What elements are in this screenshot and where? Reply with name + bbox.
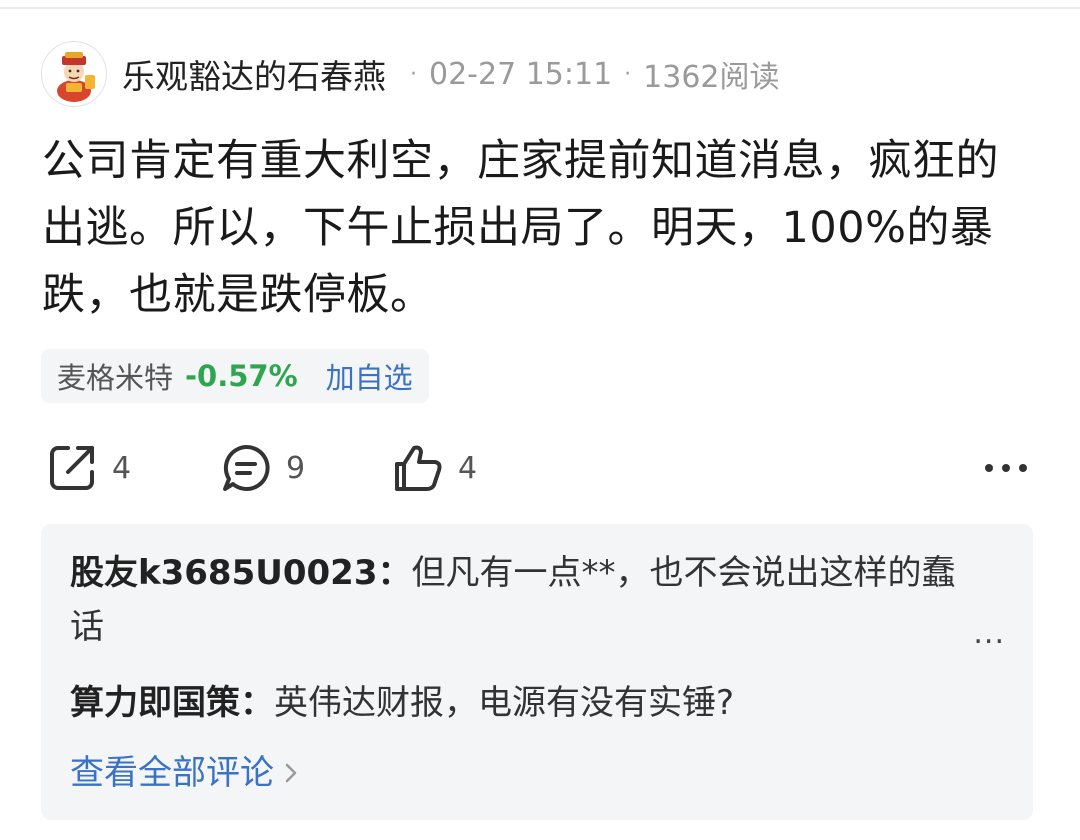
read-count: 1362阅读 bbox=[643, 60, 780, 95]
share-icon bbox=[50, 446, 94, 490]
post-card: 乐观豁达的石春燕 · 02-27 15:11 · 1362阅读 公司肯定有重大利… bbox=[0, 0, 1080, 840]
comment-separator: ： bbox=[240, 683, 274, 723]
post-meta: · 02-27 15:11 · 1362阅读 bbox=[398, 52, 780, 96]
comment-author[interactable]: 股友k3685U0023 bbox=[70, 553, 377, 593]
top-divider bbox=[0, 7, 1080, 9]
username[interactable]: 乐观豁达的石春燕 bbox=[122, 50, 386, 98]
thumbs-up-icon bbox=[395, 445, 442, 491]
like-count: 4 bbox=[458, 450, 478, 486]
comment-separator: ： bbox=[377, 553, 412, 593]
more-dots-icon bbox=[985, 464, 1027, 472]
add-to-watchlist-button[interactable]: 加自选 bbox=[326, 355, 413, 397]
like-button[interactable]: 4 bbox=[392, 440, 477, 496]
comment-button[interactable]: 9 bbox=[220, 440, 305, 496]
chevron-right-icon bbox=[284, 761, 298, 785]
stock-name[interactable]: 麦格米特 bbox=[57, 355, 173, 397]
comment-text: 英伟达财报，电源有没有实锤? bbox=[274, 683, 735, 723]
stock-chip[interactable]: 麦格米特 -0.57% 加自选 bbox=[41, 349, 429, 403]
post-body-text[interactable]: 公司肯定有重大利空，庄家提前知道消息，疯狂的出逃。所以，下午止损出局了。明天，1… bbox=[42, 128, 1032, 329]
share-button[interactable]: 4 bbox=[46, 440, 131, 496]
avatar[interactable] bbox=[41, 41, 107, 107]
comment-author[interactable]: 算力即国策 bbox=[70, 683, 240, 723]
comment-icon bbox=[223, 444, 270, 491]
comments-preview: 股友k3685U0023：但凡有一点**，也不会说出这样的蠢话 ... 算力即国… bbox=[41, 524, 1033, 820]
meta-separator: · bbox=[624, 61, 632, 87]
action-bar: 4 9 4 bbox=[46, 440, 1036, 496]
comment-item[interactable]: 股友k3685U0023：但凡有一点**，也不会说出这样的蠢话 bbox=[70, 546, 970, 654]
more-options-button[interactable] bbox=[984, 440, 1028, 496]
avatar-caishen-icon bbox=[57, 52, 95, 102]
comment-more-marker: ... bbox=[973, 616, 1005, 651]
stock-change: -0.57% bbox=[185, 359, 298, 393]
comment-count: 9 bbox=[286, 450, 306, 486]
meta-separator: · bbox=[410, 61, 417, 87]
view-all-comments-label: 查看全部评论 bbox=[70, 753, 274, 793]
comment-item[interactable]: 算力即国策：英伟达财报，电源有没有实锤? bbox=[70, 676, 1010, 730]
share-count: 4 bbox=[112, 450, 132, 486]
view-all-comments-link[interactable]: 查看全部评论 bbox=[70, 746, 298, 800]
post-datetime: 02-27 15:11 bbox=[429, 56, 613, 92]
post-header: 乐观豁达的石春燕 · 02-27 15:11 · 1362阅读 bbox=[41, 41, 780, 107]
